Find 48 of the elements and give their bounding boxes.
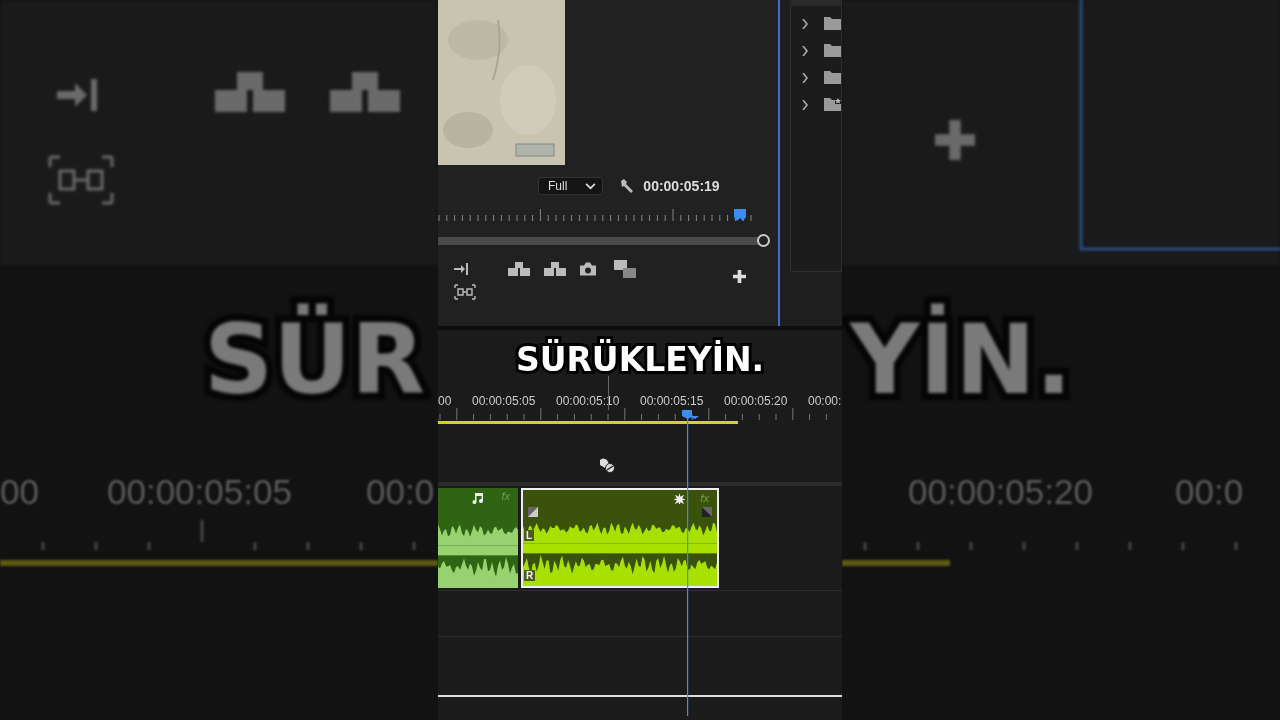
chevron-right-icon[interactable] xyxy=(801,99,809,110)
timecode-label: 00:00:05:10 xyxy=(556,394,620,408)
caption-text: SÜR xyxy=(203,302,426,418)
scroll-bar[interactable] xyxy=(438,234,770,247)
add-button-icon[interactable] xyxy=(733,270,746,283)
lift-icon[interactable] xyxy=(508,262,530,276)
timecode-label: 00:00:05:15 xyxy=(640,394,704,408)
folder-star-icon[interactable] xyxy=(824,98,841,111)
folder-icon[interactable] xyxy=(824,71,841,84)
timecode-label: 00:00:05:05 xyxy=(107,472,292,512)
camera-icon[interactable] xyxy=(580,262,596,276)
timecode-label: 00:00: xyxy=(808,394,842,408)
timecode-label: 00:00:05:20 xyxy=(908,472,1093,512)
channel-label: R xyxy=(524,570,536,581)
timecode-label: 00:0 xyxy=(1175,472,1244,512)
scroll-handle[interactable] xyxy=(757,234,770,247)
fade-handle-icon[interactable] xyxy=(702,507,712,517)
chevron-right-icon[interactable] xyxy=(801,18,809,29)
music-note-icon xyxy=(472,492,484,504)
bracket-icon xyxy=(48,155,114,205)
timecode-label: 00:0 xyxy=(366,472,435,512)
timecode-label: 00:00:05:05 xyxy=(472,394,536,408)
zoom-dropdown[interactable]: Full xyxy=(538,177,604,195)
chevron-right-icon[interactable] xyxy=(801,72,809,83)
channel-label: L xyxy=(524,530,535,541)
bracket-icon[interactable] xyxy=(454,284,476,300)
sparkle-icon xyxy=(674,493,685,504)
caption-text: SÜRÜKLEYİN. xyxy=(514,340,766,379)
caret-icon xyxy=(585,182,597,190)
folder-icon[interactable] xyxy=(824,44,841,57)
audio-clip[interactable]: fx L R xyxy=(521,488,719,588)
extract-icon[interactable] xyxy=(544,262,566,276)
folder-icon[interactable] xyxy=(824,17,841,30)
fade-handle-icon[interactable] xyxy=(528,507,538,517)
lift-icon xyxy=(215,72,285,112)
film-strip-icon[interactable] xyxy=(614,260,636,278)
timecode-label: 00 xyxy=(0,472,39,512)
chevron-right-icon[interactable] xyxy=(801,45,809,56)
timecode-label: 00 xyxy=(438,394,452,408)
extract-icon xyxy=(330,72,400,112)
timecode-display: 00:00:05:19 xyxy=(643,178,720,194)
caption-text: YİN. xyxy=(848,302,1074,418)
fx-label: fx xyxy=(501,490,510,502)
timecode-label: 00:00:05:20 xyxy=(724,394,788,408)
mark-in-icon[interactable] xyxy=(454,262,470,276)
plus-icon xyxy=(935,120,975,160)
fx-label: fx xyxy=(700,492,709,504)
no-drop-cursor-icon xyxy=(598,458,616,474)
